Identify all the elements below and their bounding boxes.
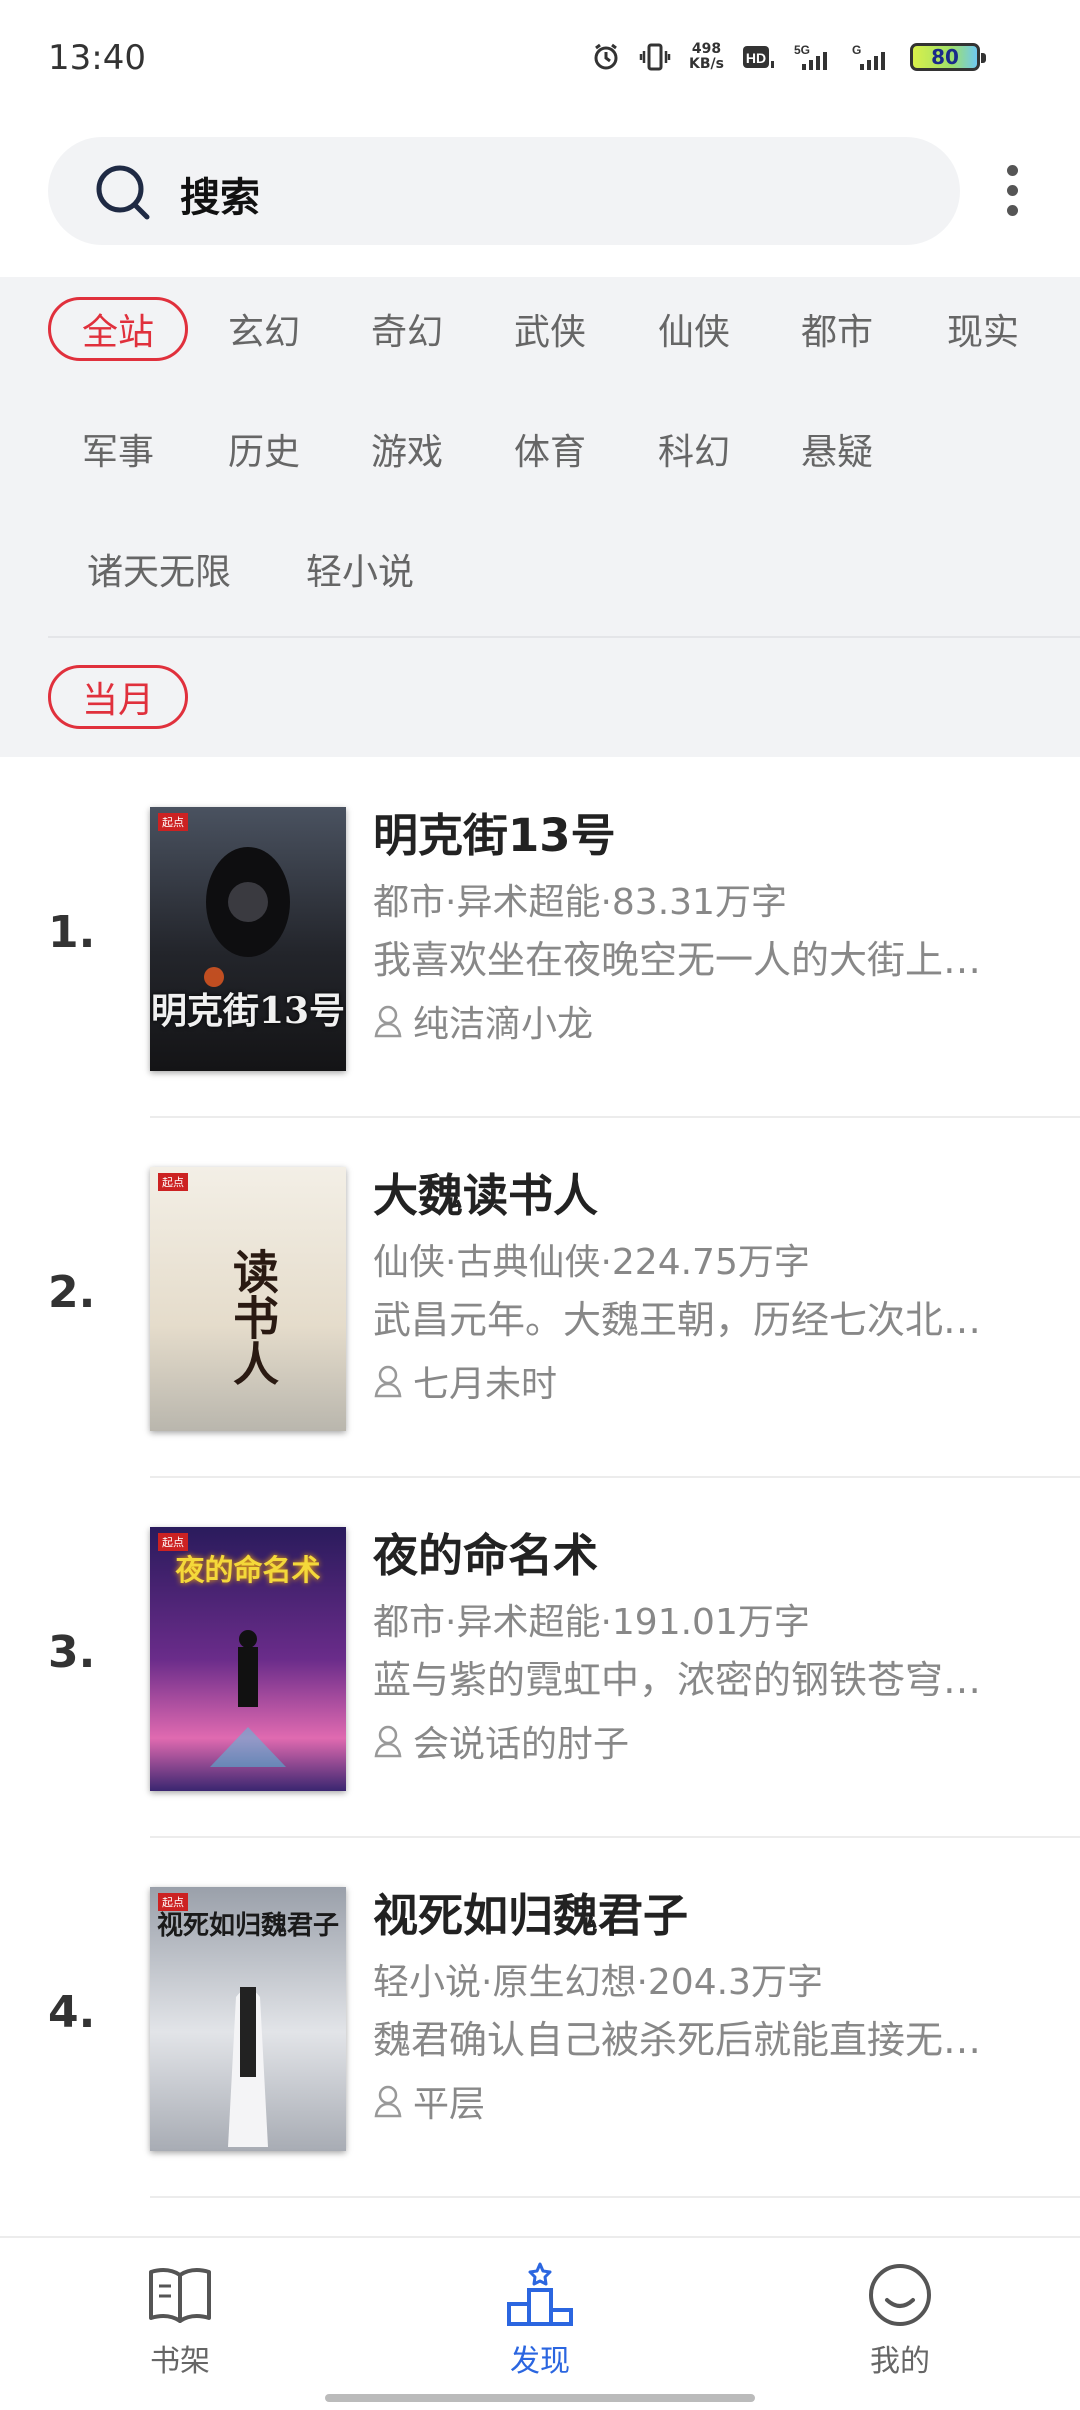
category-kehuan[interactable]: 科幻 xyxy=(624,417,764,481)
book-meta: 轻小说·原生幻想·204.3万字 xyxy=(373,1962,823,2003)
list-item[interactable]: 2. 起点 读书人 大魏读书人 仙侠·古典仙侠·224.75万字 武昌元年。大魏… xyxy=(0,1117,1080,1478)
book-description: 我喜欢坐在夜晚空无一人的大街上… xyxy=(373,938,982,982)
nav-discover[interactable]: 发现 xyxy=(440,2260,640,2380)
rank-number: 1. xyxy=(48,907,96,958)
book-author: 平层 xyxy=(373,2075,485,2127)
category-dushi[interactable]: 都市 xyxy=(767,297,907,361)
author-name: 平层 xyxy=(413,2084,486,2125)
more-dot-icon xyxy=(1006,204,1018,216)
category-lishi[interactable]: 历史 xyxy=(194,417,334,481)
discover-icon xyxy=(507,2262,573,2326)
author-name: 纯洁滴小龙 xyxy=(413,1004,594,1045)
book-meta: 都市·异术超能·83.31万字 xyxy=(373,882,787,923)
search-bar[interactable]: 搜索 xyxy=(48,137,960,245)
battery-icon: 80 xyxy=(910,43,986,71)
alarm-icon xyxy=(591,42,621,72)
book-cover[interactable]: 起点 明克街13号 xyxy=(150,807,346,1071)
status-icons: 498 KB/s HD 5G G 80 xyxy=(591,41,986,72)
book-meta: 都市·异术超能·191.01万字 xyxy=(373,1602,810,1643)
nav-profile[interactable]: 我的 xyxy=(800,2260,1000,2380)
category-qihuan[interactable]: 奇幻 xyxy=(337,297,477,361)
category-junshi[interactable]: 军事 xyxy=(48,417,188,481)
network-speed: 498 KB/s xyxy=(689,41,724,72)
home-indicator[interactable] xyxy=(325,2394,755,2402)
cover-publisher-tag: 起点 xyxy=(158,1173,188,1191)
book-author: 纯洁滴小龙 xyxy=(373,995,593,1047)
book-title[interactable]: 夜的命名术 xyxy=(373,1519,598,1584)
category-xianshi[interactable]: 现实 xyxy=(913,297,1053,361)
author-icon xyxy=(374,2085,402,2118)
category-tiyu[interactable]: 体育 xyxy=(480,417,620,481)
list-divider xyxy=(150,2196,1080,2198)
book-author: 会说话的肘子 xyxy=(373,1715,629,1767)
category-qingxiaoshuo[interactable]: 轻小说 xyxy=(290,537,430,601)
list-item[interactable]: 1. 起点 明克街13号 明克街13号 都市·异术超能·83.31万字 我喜欢坐… xyxy=(0,757,1080,1118)
book-meta: 仙侠·古典仙侠·224.75万字 xyxy=(373,1242,810,1283)
search-icon xyxy=(92,161,156,229)
author-icon xyxy=(374,1005,402,1038)
signal-g-icon: G xyxy=(852,42,892,72)
book-cover[interactable]: 起点 视死如归魏君子 xyxy=(150,1887,346,2151)
rank-number: 3. xyxy=(48,1627,96,1678)
svg-text:5G: 5G xyxy=(794,43,810,57)
hd-icon: HD xyxy=(742,43,776,71)
book-description: 武昌元年。大魏王朝，历经七次北… xyxy=(373,1298,982,1342)
author-name: 七月未时 xyxy=(413,1364,558,1405)
book-title[interactable]: 视死如归魏君子 xyxy=(373,1879,688,1944)
author-icon xyxy=(374,1365,402,1398)
book-description: 蓝与紫的霓虹中，浓密的钢铁苍穹… xyxy=(373,1658,982,1702)
cover-title: 读书人 xyxy=(226,1248,280,1386)
svg-text:HD: HD xyxy=(746,50,766,66)
category-youxi[interactable]: 游戏 xyxy=(337,417,477,481)
search-input[interactable]: 搜索 xyxy=(180,165,260,223)
bottom-nav: 书架 发现 我的 xyxy=(0,2236,1080,2410)
vibrate-icon xyxy=(639,42,671,72)
nav-label: 书架 xyxy=(150,2344,210,2379)
more-options-button[interactable] xyxy=(990,160,1034,220)
author-name: 会说话的肘子 xyxy=(413,1724,630,1765)
category-xianxia[interactable]: 仙侠 xyxy=(624,297,764,361)
rank-number: 4. xyxy=(48,1987,96,2038)
category-xuanhuan[interactable]: 玄幻 xyxy=(194,297,334,361)
profile-smile-icon xyxy=(869,2264,931,2326)
cover-title: 明克街13号 xyxy=(150,990,346,1032)
more-dot-icon xyxy=(1006,164,1018,176)
category-zhutian[interactable]: 诸天无限 xyxy=(64,537,254,601)
category-all[interactable]: 全站 xyxy=(48,297,188,361)
filter-panel: 全站 玄幻 奇幻 武侠 仙侠 都市 现实 军事 历史 游戏 体育 科幻 悬疑 诸… xyxy=(0,277,1080,757)
category-wuxia[interactable]: 武侠 xyxy=(480,297,620,361)
book-title[interactable]: 大魏读书人 xyxy=(373,1159,598,1224)
period-month-filter[interactable]: 当月 xyxy=(48,665,188,729)
nav-bookshelf[interactable]: 书架 xyxy=(80,2260,280,2380)
book-icon xyxy=(149,2268,211,2323)
author-icon xyxy=(374,1725,402,1758)
rank-number: 2. xyxy=(48,1267,96,1318)
category-xuanyi[interactable]: 悬疑 xyxy=(767,417,907,481)
nav-label: 我的 xyxy=(870,2344,930,2379)
book-cover[interactable]: 起点 读书人 xyxy=(150,1167,346,1431)
list-item[interactable]: 3. 起点 夜的命名术 夜的命名术 都市·异术超能·191.01万字 蓝与紫的霓… xyxy=(0,1477,1080,1838)
list-item[interactable]: 4. 起点 视死如归魏君子 视死如归魏君子 轻小说·原生幻想·204.3万字 魏… xyxy=(0,1837,1080,2198)
svg-text:G: G xyxy=(852,43,861,57)
book-title[interactable]: 明克街13号 xyxy=(373,799,616,864)
nav-label: 发现 xyxy=(510,2344,570,2379)
status-bar: 13:40 498 KB/s HD 5G G 80 xyxy=(0,0,1080,120)
book-author: 七月未时 xyxy=(373,1355,557,1407)
book-cover[interactable]: 起点 夜的命名术 xyxy=(150,1527,346,1791)
filter-divider xyxy=(48,636,1080,638)
signal-5g-icon: 5G xyxy=(794,42,834,72)
status-time: 13:40 xyxy=(48,38,146,78)
book-description: 魏君确认自己被杀死后就能直接无… xyxy=(373,2018,982,2062)
more-dot-icon xyxy=(1006,184,1018,196)
